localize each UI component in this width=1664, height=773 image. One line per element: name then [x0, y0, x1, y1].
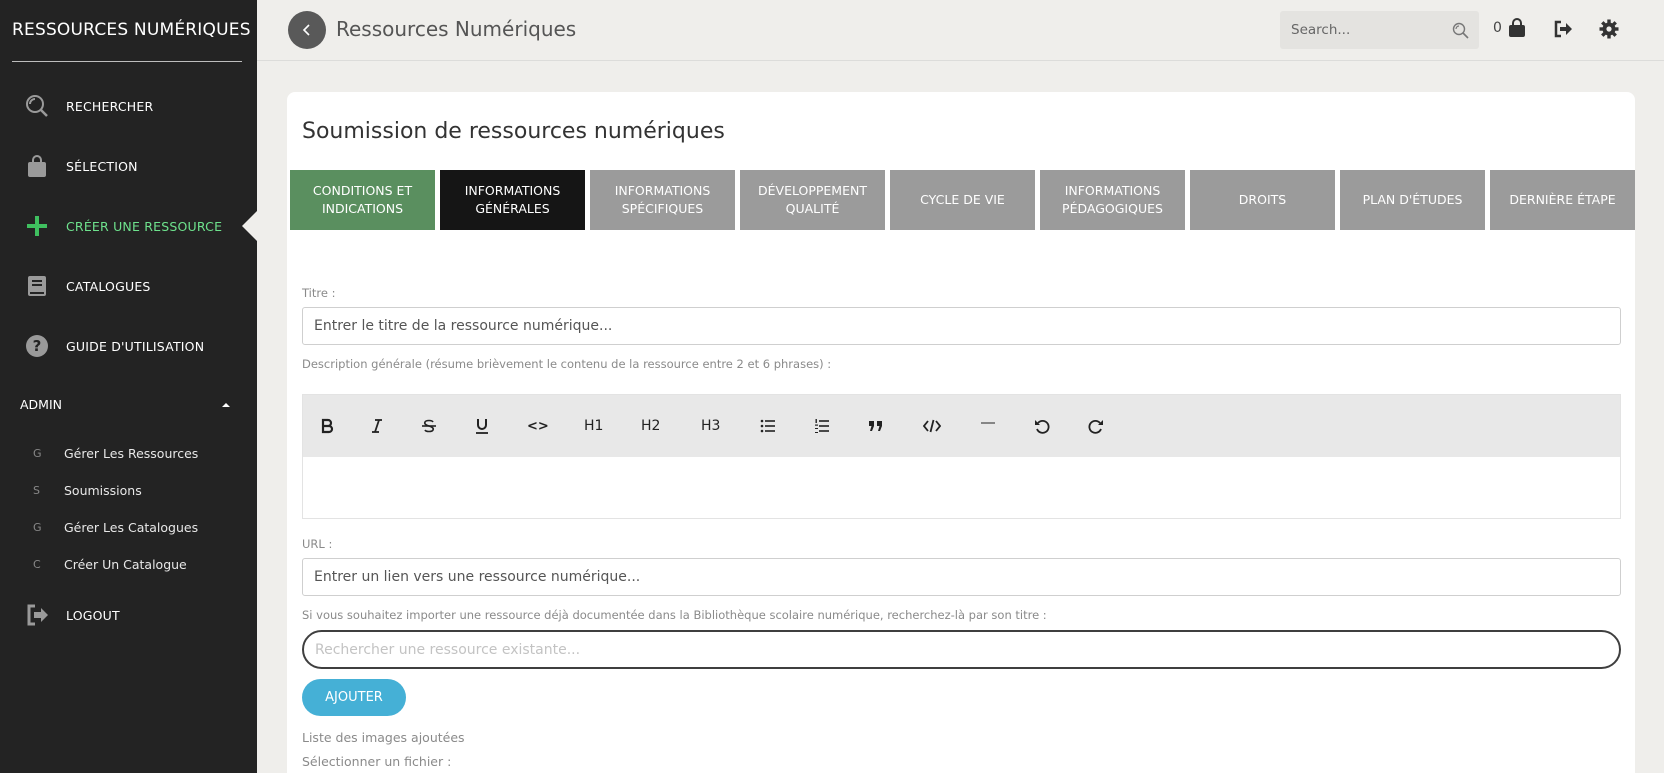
book-icon [25, 274, 49, 298]
logout-icon [25, 603, 49, 627]
admin-item-label: Soumissions [64, 482, 142, 498]
title-input[interactable] [314, 318, 1620, 334]
admin-item-abbr: S [33, 483, 40, 497]
sidebar-item-creer-ressource[interactable]: CRÉER UNE RESSOURCE [0, 206, 257, 246]
form-title: Soumission de ressources numériques [302, 119, 725, 144]
sidebar-item-logout[interactable]: LOGOUT [0, 595, 257, 635]
header-search-input[interactable] [1291, 22, 1446, 38]
bullet-list-icon[interactable] [760, 415, 776, 437]
tab-informations-specifiques[interactable]: INFORMATIONS SPÉCIFIQUES [590, 170, 735, 230]
admin-item-label: Gérer Les Ressources [64, 445, 199, 461]
images-list-label: Liste des images ajoutées [302, 730, 465, 745]
cart-count: 0 [1493, 20, 1502, 36]
gear-icon[interactable] [1599, 19, 1619, 43]
url-input[interactable] [314, 569, 1620, 585]
sidebar: RESSOURCES NUMÉRIQUES RECHERCHER SÉLECTI… [0, 0, 257, 773]
editor-content-area[interactable] [303, 457, 1620, 518]
admin-item-gerer-ressources[interactable]: G Gérer Les Ressources [0, 438, 257, 468]
ordered-list-icon[interactable] [814, 415, 830, 437]
admin-item-abbr: G [33, 446, 42, 460]
admin-item-gerer-catalogues[interactable]: G Gérer Les Catalogues [0, 512, 257, 542]
blockquote-icon[interactable] [868, 415, 884, 437]
description-label: Description générale (résume brièvement … [302, 357, 832, 371]
tab-derniere-etape[interactable]: DERNIÈRE ÉTAPE [1490, 170, 1635, 230]
active-indicator [242, 211, 257, 241]
sidebar-item-label: CRÉER UNE RESSOURCE [66, 218, 223, 234]
italic-icon[interactable] [369, 415, 385, 437]
title-label: Titre : [302, 286, 336, 300]
description-editor: <> H1 H2 H3 [302, 394, 1621, 519]
sidebar-item-label: SÉLECTION [66, 158, 138, 174]
tab-conditions[interactable]: CONDITIONS ET INDICATIONS [290, 170, 435, 230]
sidebar-item-selection[interactable]: SÉLECTION [0, 146, 257, 186]
sidebar-item-catalogues[interactable]: CATALOGUES [0, 266, 257, 306]
svg-text:?: ? [33, 337, 42, 355]
heading-3-button[interactable]: H3 [701, 415, 720, 437]
heading-1-button[interactable]: H1 [584, 415, 603, 437]
shopping-bag-icon [25, 154, 49, 178]
admin-item-abbr: G [33, 520, 42, 534]
inline-code-button[interactable]: <> [527, 415, 549, 437]
tab-cycle-de-vie[interactable]: CYCLE DE VIE [890, 170, 1035, 230]
search-icon [25, 94, 49, 118]
file-select-label: Sélectionner un fichier : [302, 754, 452, 769]
heading-2-button[interactable]: H2 [641, 415, 660, 437]
sidebar-item-rechercher[interactable]: RECHERCHER [0, 86, 257, 126]
logout-icon[interactable] [1553, 19, 1573, 43]
import-label: Si vous souhaitez importer une ressource… [302, 608, 1047, 622]
back-button[interactable] [288, 11, 326, 49]
submission-card: Soumission de ressources numériques COND… [287, 92, 1635, 773]
admin-item-label: Créer Un Catalogue [64, 556, 187, 572]
question-icon: ? [25, 334, 49, 358]
sidebar-item-label: GUIDE D'UTILISATION [66, 338, 205, 354]
tab-informations-generales[interactable]: INFORMATIONS GÉNÉRALES [440, 170, 585, 230]
admin-item-creer-catalogue[interactable]: C Créer Un Catalogue [0, 549, 257, 579]
tab-droits[interactable]: DROITS [1190, 170, 1335, 230]
bold-icon[interactable] [319, 415, 335, 437]
existing-resource-search[interactable] [302, 630, 1621, 669]
existing-resource-input[interactable] [315, 641, 1619, 658]
horizontal-rule-icon[interactable] [980, 415, 996, 437]
url-field[interactable] [302, 558, 1621, 596]
url-label: URL : [302, 537, 333, 551]
brand-divider [12, 61, 242, 62]
admin-item-abbr: C [33, 557, 41, 571]
admin-item-soumissions[interactable]: S Soumissions [0, 475, 257, 505]
header-search[interactable] [1280, 11, 1479, 49]
admin-section-toggle[interactable]: ADMIN [20, 397, 230, 412]
admin-item-label: Gérer Les Catalogues [64, 519, 199, 535]
tab-informations-pedagogiques[interactable]: INFORMATIONS PÉDAGOGIQUES [1040, 170, 1185, 230]
sidebar-item-label: LOGOUT [66, 607, 120, 623]
step-tabs: CONDITIONS ET INDICATIONS INFORMATIONS G… [290, 170, 1635, 230]
search-icon[interactable] [1452, 22, 1469, 43]
page-title: Ressources Numériques [336, 17, 577, 41]
redo-icon[interactable] [1088, 415, 1104, 437]
plus-icon [25, 214, 49, 238]
top-bar: Ressources Numériques 0 [257, 0, 1664, 61]
tab-developpement-qualite[interactable]: DÉVELOPPEMENT QUALITÉ [740, 170, 885, 230]
cart-button[interactable]: 0 [1493, 18, 1526, 38]
caret-up-icon [222, 402, 230, 407]
code-block-icon[interactable] [923, 415, 941, 437]
sidebar-item-guide[interactable]: ? GUIDE D'UTILISATION [0, 326, 257, 366]
strikethrough-icon[interactable] [421, 415, 437, 437]
sidebar-brand[interactable]: RESSOURCES NUMÉRIQUES [12, 20, 250, 40]
add-button[interactable]: AJOUTER [302, 679, 406, 716]
chevron-left-icon [302, 24, 310, 36]
underline-icon[interactable] [474, 415, 490, 437]
sidebar-item-label: CATALOGUES [66, 278, 151, 294]
editor-toolbar: <> H1 H2 H3 [303, 395, 1620, 457]
title-field[interactable] [302, 307, 1621, 345]
undo-icon[interactable] [1034, 415, 1050, 437]
sidebar-item-label: RECHERCHER [66, 98, 154, 114]
shopping-bag-icon [1508, 18, 1525, 37]
tab-plan-etudes[interactable]: PLAN D'ÉTUDES [1340, 170, 1485, 230]
admin-label: ADMIN [20, 397, 62, 412]
